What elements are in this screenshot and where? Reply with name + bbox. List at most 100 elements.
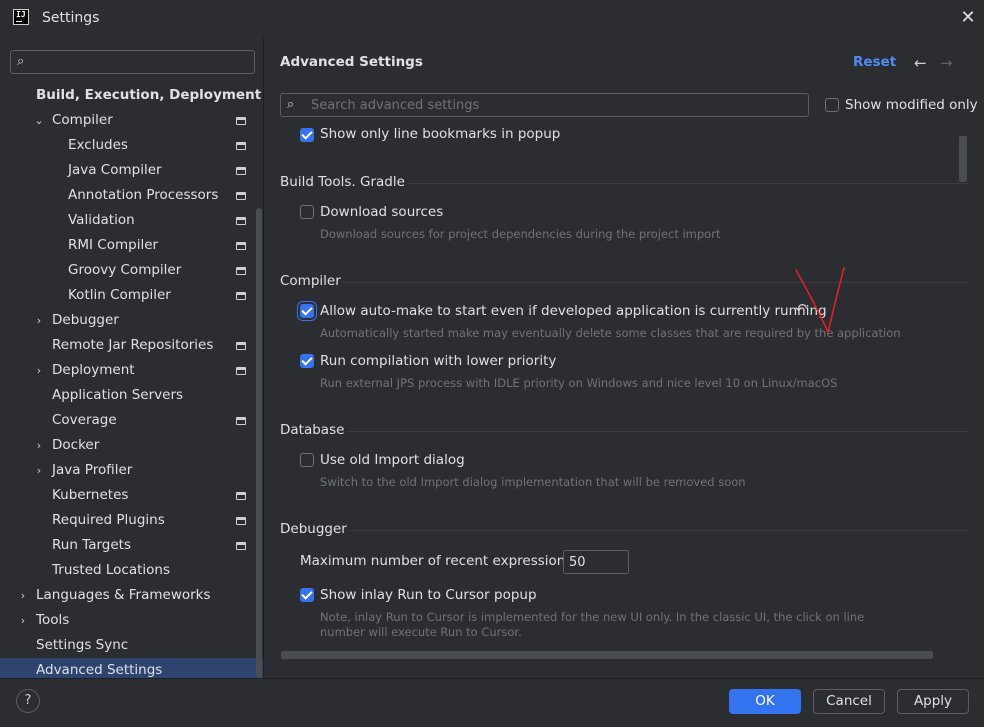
old-import-label: Use old Import dialog	[320, 452, 465, 468]
sidebar-item-label: Required Plugins	[52, 512, 165, 528]
project-scope-icon	[236, 167, 246, 175]
chevron-right-icon[interactable]: ›	[33, 458, 45, 483]
sidebar-item[interactable]: Kubernetes	[0, 483, 255, 508]
project-scope-icon	[236, 492, 246, 500]
settings-sidebar: ⌕ Build, Execution, Deployment ⌄ Compiler E…	[0, 38, 263, 683]
project-scope-icon	[236, 242, 246, 250]
sidebar-item[interactable]: Excludes	[0, 133, 255, 158]
sidebar-item[interactable]: Application Servers	[0, 383, 255, 408]
page-title: Advanced Settings	[280, 54, 423, 70]
lower-priority-label: Run compilation with lower priority	[320, 353, 557, 369]
chevron-right-icon[interactable]: ›	[33, 358, 45, 383]
forward-arrow-icon[interactable]: →	[940, 54, 953, 72]
group-title-compiler: Compiler	[280, 273, 341, 289]
inlay-run-description: Note, inlay Run to Cursor is implemented…	[320, 610, 865, 624]
chevron-right-icon[interactable]: ›	[33, 308, 45, 333]
old-import-checkbox[interactable]	[300, 453, 314, 467]
download-sources-checkbox[interactable]	[300, 205, 314, 219]
main-vertical-scrollbar[interactable]	[959, 136, 967, 182]
sidebar-item-label: Groovy Compiler	[68, 262, 182, 278]
group-divider	[349, 530, 968, 531]
sidebar-item-label: Run Targets	[52, 537, 131, 553]
show-modified-checkbox[interactable]	[825, 98, 839, 112]
sidebar-item-label: Settings Sync	[36, 637, 129, 653]
group-divider	[342, 282, 968, 283]
inlay-run-checkbox[interactable]	[300, 588, 314, 602]
reset-link[interactable]: Reset	[853, 54, 896, 70]
sidebar-item[interactable]: Annotation Processors	[0, 183, 255, 208]
sidebar-item-label: Kubernetes	[52, 487, 129, 503]
sidebar-item-label: Compiler	[52, 112, 113, 128]
max-expressions-input[interactable]	[563, 550, 629, 574]
sidebar-item-label: Coverage	[52, 412, 117, 428]
close-icon[interactable]: ✕	[958, 8, 978, 28]
download-sources-description: Download sources for project dependencie…	[320, 227, 721, 241]
sidebar-item[interactable]: Kotlin Compiler	[0, 283, 255, 308]
group-title-database: Database	[280, 422, 345, 438]
sidebar-item-label: Build, Execution, Deployment	[36, 87, 262, 103]
sidebar-item-label: RMI Compiler	[68, 237, 159, 253]
ok-button[interactable]: OK	[729, 689, 801, 714]
apply-button[interactable]: Apply	[897, 689, 969, 714]
sidebar-item-label: Java Profiler	[52, 462, 133, 478]
project-scope-icon	[236, 142, 246, 150]
sidebar-item[interactable]: Coverage	[0, 408, 255, 433]
group-title-gradle: Build Tools. Gradle	[280, 174, 405, 190]
sidebar-item[interactable]: Groovy Compiler	[0, 258, 255, 283]
sidebar-item[interactable]: Settings Sync	[0, 633, 255, 658]
chevron-right-icon[interactable]: ›	[33, 433, 45, 458]
group-title-debugger: Debugger	[280, 521, 347, 537]
sidebar-item[interactable]: Required Plugins	[0, 508, 255, 533]
sidebar-item[interactable]: Trusted Locations	[0, 558, 255, 583]
sidebar-item-label: Validation	[68, 212, 135, 228]
auto-make-checkbox[interactable]	[300, 304, 314, 318]
lower-priority-checkbox[interactable]	[300, 354, 314, 368]
old-import-description: Switch to the old Import dialog implemen…	[320, 475, 746, 489]
sidebar-item[interactable]: › Docker	[0, 433, 255, 458]
project-scope-icon	[236, 192, 246, 200]
sidebar-item[interactable]: › Tools	[0, 608, 255, 633]
window-title: Settings	[42, 10, 100, 26]
sidebar-item[interactable]: › Languages & Frameworks	[0, 583, 255, 608]
sidebar-search-input[interactable]: ⌕	[10, 50, 255, 74]
project-scope-icon	[236, 542, 246, 550]
max-expressions-label: Maximum number of recent expressions:	[300, 553, 577, 569]
sidebar-item-label: Docker	[52, 437, 100, 453]
sidebar-item-label: Languages & Frameworks	[36, 587, 211, 603]
dialog-footer: ? OK Cancel Apply	[0, 678, 984, 727]
back-arrow-icon[interactable]: ←	[914, 54, 927, 72]
sidebar-item-label: Kotlin Compiler	[68, 287, 171, 303]
chevron-right-icon[interactable]: ›	[17, 583, 29, 608]
sidebar-item[interactable]: Build, Execution, Deployment	[0, 83, 261, 108]
project-scope-icon	[236, 217, 246, 225]
sidebar-item-label: Deployment	[52, 362, 135, 378]
inlay-run-description: number will execute Run to Cursor.	[320, 625, 522, 639]
sidebar-item-label: Annotation Processors	[68, 187, 219, 203]
chevron-down-icon[interactable]: ⌄	[33, 108, 45, 133]
sidebar-item[interactable]: RMI Compiler	[0, 233, 255, 258]
show-modified-label: Show modified only	[845, 97, 978, 113]
sidebar-item[interactable]: ⌄ Compiler	[0, 108, 255, 133]
sidebar-item-label: Tools	[36, 612, 70, 628]
sidebar-scrollbar[interactable]	[256, 208, 262, 678]
advanced-search-input[interactable]	[311, 96, 801, 114]
search-icon: ⌕	[287, 97, 295, 112]
help-button[interactable]: ?	[16, 689, 40, 713]
lower-priority-description: Run external JPS process with IDLE prior…	[320, 376, 838, 390]
sidebar-item[interactable]: Java Compiler	[0, 158, 255, 183]
advanced-search-field[interactable]: ⌕	[280, 93, 809, 117]
sidebar-item[interactable]: Run Targets	[0, 533, 255, 558]
chevron-right-icon[interactable]: ›	[17, 608, 29, 633]
sidebar-item[interactable]: › Deployment	[0, 358, 255, 383]
inlay-run-label: Show inlay Run to Cursor popup	[320, 587, 537, 603]
sidebar-item-label: Excludes	[68, 137, 128, 153]
red-annotation-mark	[795, 267, 845, 335]
sidebar-item[interactable]: Remote Jar Repositories	[0, 333, 255, 358]
line-bookmarks-checkbox[interactable]	[300, 128, 314, 142]
sidebar-item[interactable]: Validation	[0, 208, 255, 233]
main-horizontal-scrollbar[interactable]	[281, 651, 933, 659]
auto-make-label: Allow auto-make to start even if develop…	[320, 303, 827, 319]
cancel-button[interactable]: Cancel	[813, 689, 885, 714]
sidebar-item[interactable]: › Java Profiler	[0, 458, 255, 483]
sidebar-item[interactable]: › Debugger	[0, 308, 255, 333]
